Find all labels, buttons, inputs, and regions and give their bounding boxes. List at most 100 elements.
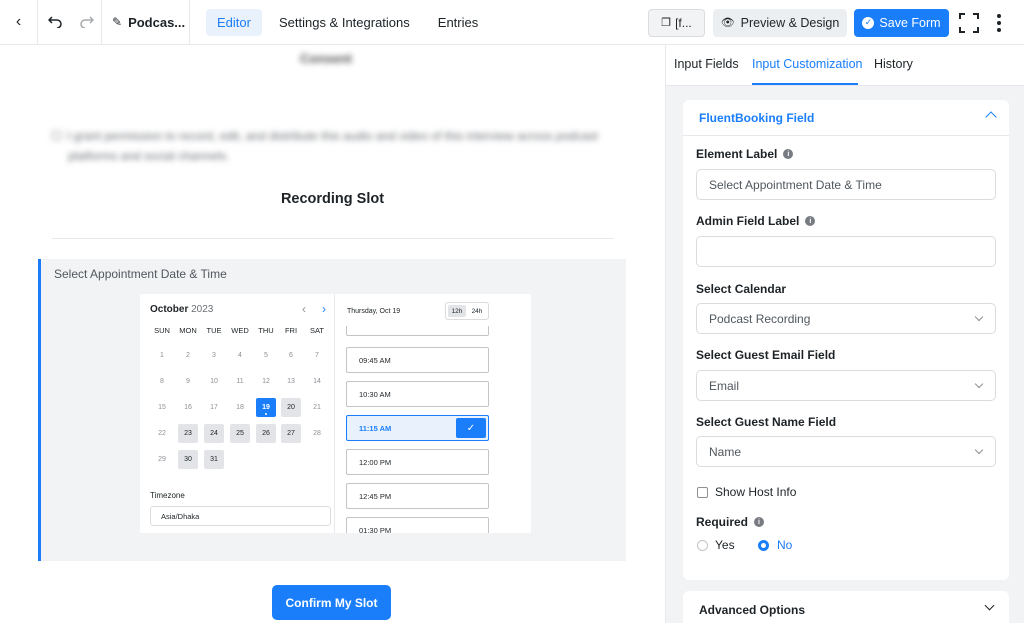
tab-input-fields[interactable]: Input Fields [674,57,739,71]
consent-text-line-2: platforms and social channels. [68,149,230,163]
consent-text: I grant permission to record, edit, and … [52,129,622,143]
undo-button[interactable] [38,0,72,45]
calendar-day: 4 [238,352,242,359]
chevron-left-icon[interactable]: ‹ [302,302,306,316]
advanced-options-title: Advanced Options [699,603,806,617]
calendar-month: October 2023 [150,304,213,315]
consent-checkbox[interactable] [52,131,61,140]
slots-day-label: Thursday, Oct 19 [347,308,401,315]
weekday-label: MON [179,326,197,335]
booking-field-block[interactable]: Select Appointment Date & Time October 2… [38,259,626,561]
calendar-day: 3 [212,352,216,359]
back-button[interactable]: ‹ [0,0,38,45]
redo-button[interactable] [72,0,102,45]
guest-email-select[interactable]: Email [696,370,996,401]
time-slot-partial [346,326,489,336]
chevron-down-icon [974,312,984,322]
confirm-slot-button[interactable]: Confirm My Slot [272,585,391,620]
element-label-heading: Element Label i [696,147,794,161]
section-divider [52,238,614,239]
guest-name-value: Name [709,444,742,459]
calendar-day[interactable]: 27 [281,424,301,443]
calendar-day[interactable]: 19 [256,398,276,417]
admin-label-text: Admin Field Label [696,214,800,228]
time-slot[interactable]: 01:30 PM [346,517,489,533]
form-title-text: Podcas... [128,14,186,30]
preview-design-button[interactable]: 👁 Preview & Design [713,8,847,37]
undo-icon [48,16,62,28]
time-slot-label: 12:45 PM [359,491,392,501]
format-12h[interactable]: 12h [448,305,466,317]
more-options-icon[interactable] [992,13,1006,32]
pencil-icon: ✎ [112,15,123,29]
shortcode-button[interactable]: ❐ [f... [648,8,705,37]
advanced-options-panel[interactable]: Advanced Options [683,591,1009,623]
consent-title: Consent [300,51,352,66]
timezone-select[interactable]: Asia/Dhaka [150,506,331,526]
panel-header[interactable]: FluentBooking Field [683,100,1009,136]
weekday-label: FRI [284,326,298,335]
shortcode-text: [f... [675,15,692,30]
calendar-day[interactable]: 24 [204,424,224,443]
calendar-day[interactable]: 26 [256,424,276,443]
top-bar: ‹ ✎ Podcas... Editor Settings & Integrat… [0,0,1024,45]
calendar-year: 2023 [191,304,214,315]
time-slot-label: 10:30 AM [359,389,391,399]
time-format-toggle[interactable]: 12h 24h [445,302,489,320]
time-slot-label: 09:45 AM [359,355,391,365]
format-24h[interactable]: 24h [468,305,486,317]
time-slot[interactable]: 12:45 PM [346,483,489,509]
panel-title: FluentBooking Field [699,111,815,125]
calendar-day: 16 [184,404,192,411]
time-slot-label: 01:30 PM [359,525,392,534]
calendar-select[interactable]: Podcast Recording [696,303,996,334]
required-no-radio[interactable] [758,540,769,551]
eye-icon: 👁 [720,17,735,29]
chevron-down-icon[interactable] [984,600,995,611]
save-form-button[interactable]: ✓ Save Form [854,8,949,37]
calendar-day: 17 [210,404,218,411]
info-icon: i [805,216,816,226]
tab-history[interactable]: History [874,57,913,71]
tab-editor[interactable]: Editor [206,8,262,36]
calendar-day[interactable]: 31 [204,450,224,469]
required-yes-radio[interactable] [697,540,708,551]
weekday-label: WED [231,326,249,335]
calendar-day: 13 [287,378,295,385]
tab-input-customization[interactable]: Input Customization [752,57,862,71]
calendar-day: 18 [236,404,244,411]
calendar-day: 8 [160,378,164,385]
required-no-label: No [777,538,793,552]
element-label-input[interactable]: Select Appointment Date & Time [696,169,996,200]
calendar-day: 12 [262,378,270,385]
show-host-info-label: Show Host Info [715,485,797,499]
chevron-right-icon[interactable]: › [322,302,326,316]
time-slot[interactable]: 09:45 AM [346,347,489,373]
check-icon[interactable]: ✓ [456,418,486,438]
tab-entries[interactable]: Entries [427,9,489,36]
time-slot[interactable]: 10:30 AM [346,381,489,407]
required-yes-label: Yes [715,538,735,552]
redo-icon [79,16,94,28]
form-title[interactable]: ✎ Podcas... [102,0,190,45]
guest-name-select[interactable]: Name [696,436,996,467]
show-host-info-checkbox[interactable] [697,487,708,498]
calendar-day[interactable]: 30 [178,450,198,469]
tab-settings-integrations[interactable]: Settings & Integrations [268,9,421,36]
fullscreen-icon[interactable] [959,12,979,33]
sidebar-tabs: Input Fields Input Customization History [666,45,1024,86]
chevron-up-icon[interactable] [985,111,997,123]
calendar-day[interactable]: 20 [281,398,301,417]
time-slot[interactable]: 11:15 AM ✓ [346,415,489,441]
info-icon: i [783,149,794,159]
time-slot[interactable]: 12:00 PM [346,449,489,475]
calendar-day[interactable]: 25 [230,424,250,443]
email-select-label: Select Guest Email Field [696,348,836,362]
admin-label-input[interactable] [696,236,996,267]
calendar-day: 15 [158,404,166,411]
time-slot-label: 12:00 PM [359,457,392,467]
section-title: Recording Slot [280,191,385,207]
chevron-left-icon: ‹ [15,13,22,30]
calendar-day[interactable]: 23 [178,424,198,443]
calendar-day: 11 [236,378,244,385]
